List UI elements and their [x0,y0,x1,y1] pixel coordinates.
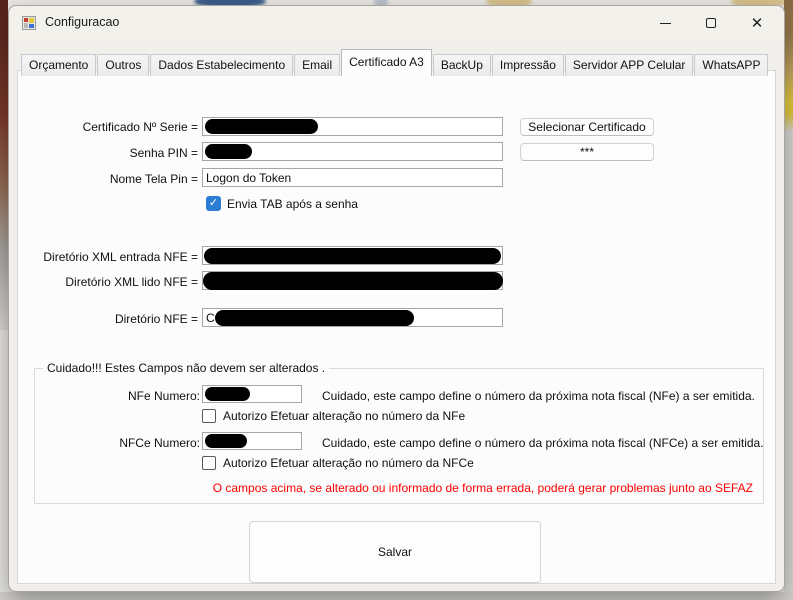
envia-tab-checkbox[interactable]: ✓ [206,196,221,211]
tab-dados-estabelecimento[interactable]: Dados Estabelecimento [150,54,294,76]
danger-groupbox: Cuidado!!! Estes Campos não devem ser al… [34,361,764,504]
dir-nfe-label: Diretório NFE = [114,312,198,326]
tab-servidor-app-celular[interactable]: Servidor APP Celular [564,54,694,76]
tab-strip: Orçamento Outros Dados Estabelecimento E… [21,49,769,76]
autorizo-nfce-checkbox[interactable] [202,456,216,470]
nfce-warning-text: Cuidado, este campo define o número da p… [322,436,764,450]
autorizo-nfe-label: Autorizo Efetuar alteração no número da … [223,409,466,423]
redaction-bar [215,310,414,326]
background-app-edge [0,0,8,330]
redaction-bar [204,248,501,264]
redaction-bar [205,144,252,159]
app-form-icon [22,16,36,30]
redaction-bar [205,387,250,401]
window-title: Configuracao [45,15,120,29]
nfe-numero-label: NFe Numero: [127,389,200,403]
certificado-serie-label: Certificado Nº Serie = [82,120,198,134]
tab-certificado-a3[interactable]: Certificado A3 [341,49,432,76]
dir-xml-lido-label: Diretório XML lido NFE = [65,275,198,289]
nfce-numero-label: NFCe Numero: [119,436,200,450]
selecionar-certificado-button[interactable]: Selecionar Certificado [520,118,654,136]
salvar-button[interactable]: Salvar [249,521,541,583]
background-app-edge [784,0,793,600]
nome-tela-pin-input[interactable]: Logon do Token [202,168,503,187]
tab-email[interactable]: Email [294,54,341,76]
envia-tab-label: Envia TAB após a senha [227,197,358,211]
maximize-icon [706,18,716,28]
senha-pin-label: Senha PIN = [129,146,198,160]
redaction-bar [205,119,318,134]
tab-impressao[interactable]: Impressão [491,54,564,76]
dir-xml-entrada-label: Diretório XML entrada NFE = [43,250,198,264]
titlebar[interactable]: Configuracao ✕ [9,6,784,40]
sefaz-warning-text: O campos acima, se alterado ou informado… [212,481,753,495]
desktop-background: Configuracao ✕ Orçamento Outros Dados Es… [0,0,793,600]
redaction-bar [203,272,503,290]
minimize-icon [659,22,671,24]
pin-dots-button[interactable]: *** [520,143,654,161]
nfe-warning-text: Cuidado, este campo define o número da p… [322,389,755,403]
close-button[interactable]: ✕ [734,6,780,40]
close-icon: ✕ [750,15,764,32]
tab-outros[interactable]: Outros [97,54,150,76]
nome-tela-pin-label: Nome Tela Pin = [109,172,198,186]
check-icon: ✓ [208,197,219,209]
autorizo-nfce-label: Autorizo Efetuar alteração no número da … [223,456,474,470]
background-app-edge [0,592,793,600]
minimize-button[interactable] [642,6,688,40]
tab-orcamento[interactable]: Orçamento [21,54,97,76]
configuracao-window: Configuracao ✕ Orçamento Outros Dados Es… [8,5,785,592]
tab-whatsapp[interactable]: WhatsAPP [694,54,769,76]
maximize-button[interactable] [688,6,734,40]
tab-backup[interactable]: BackUp [432,54,491,76]
redaction-bar [205,434,247,448]
autorizo-nfe-checkbox[interactable] [202,409,216,423]
danger-groupbox-title: Cuidado!!! Estes Campos não devem ser al… [43,361,330,375]
